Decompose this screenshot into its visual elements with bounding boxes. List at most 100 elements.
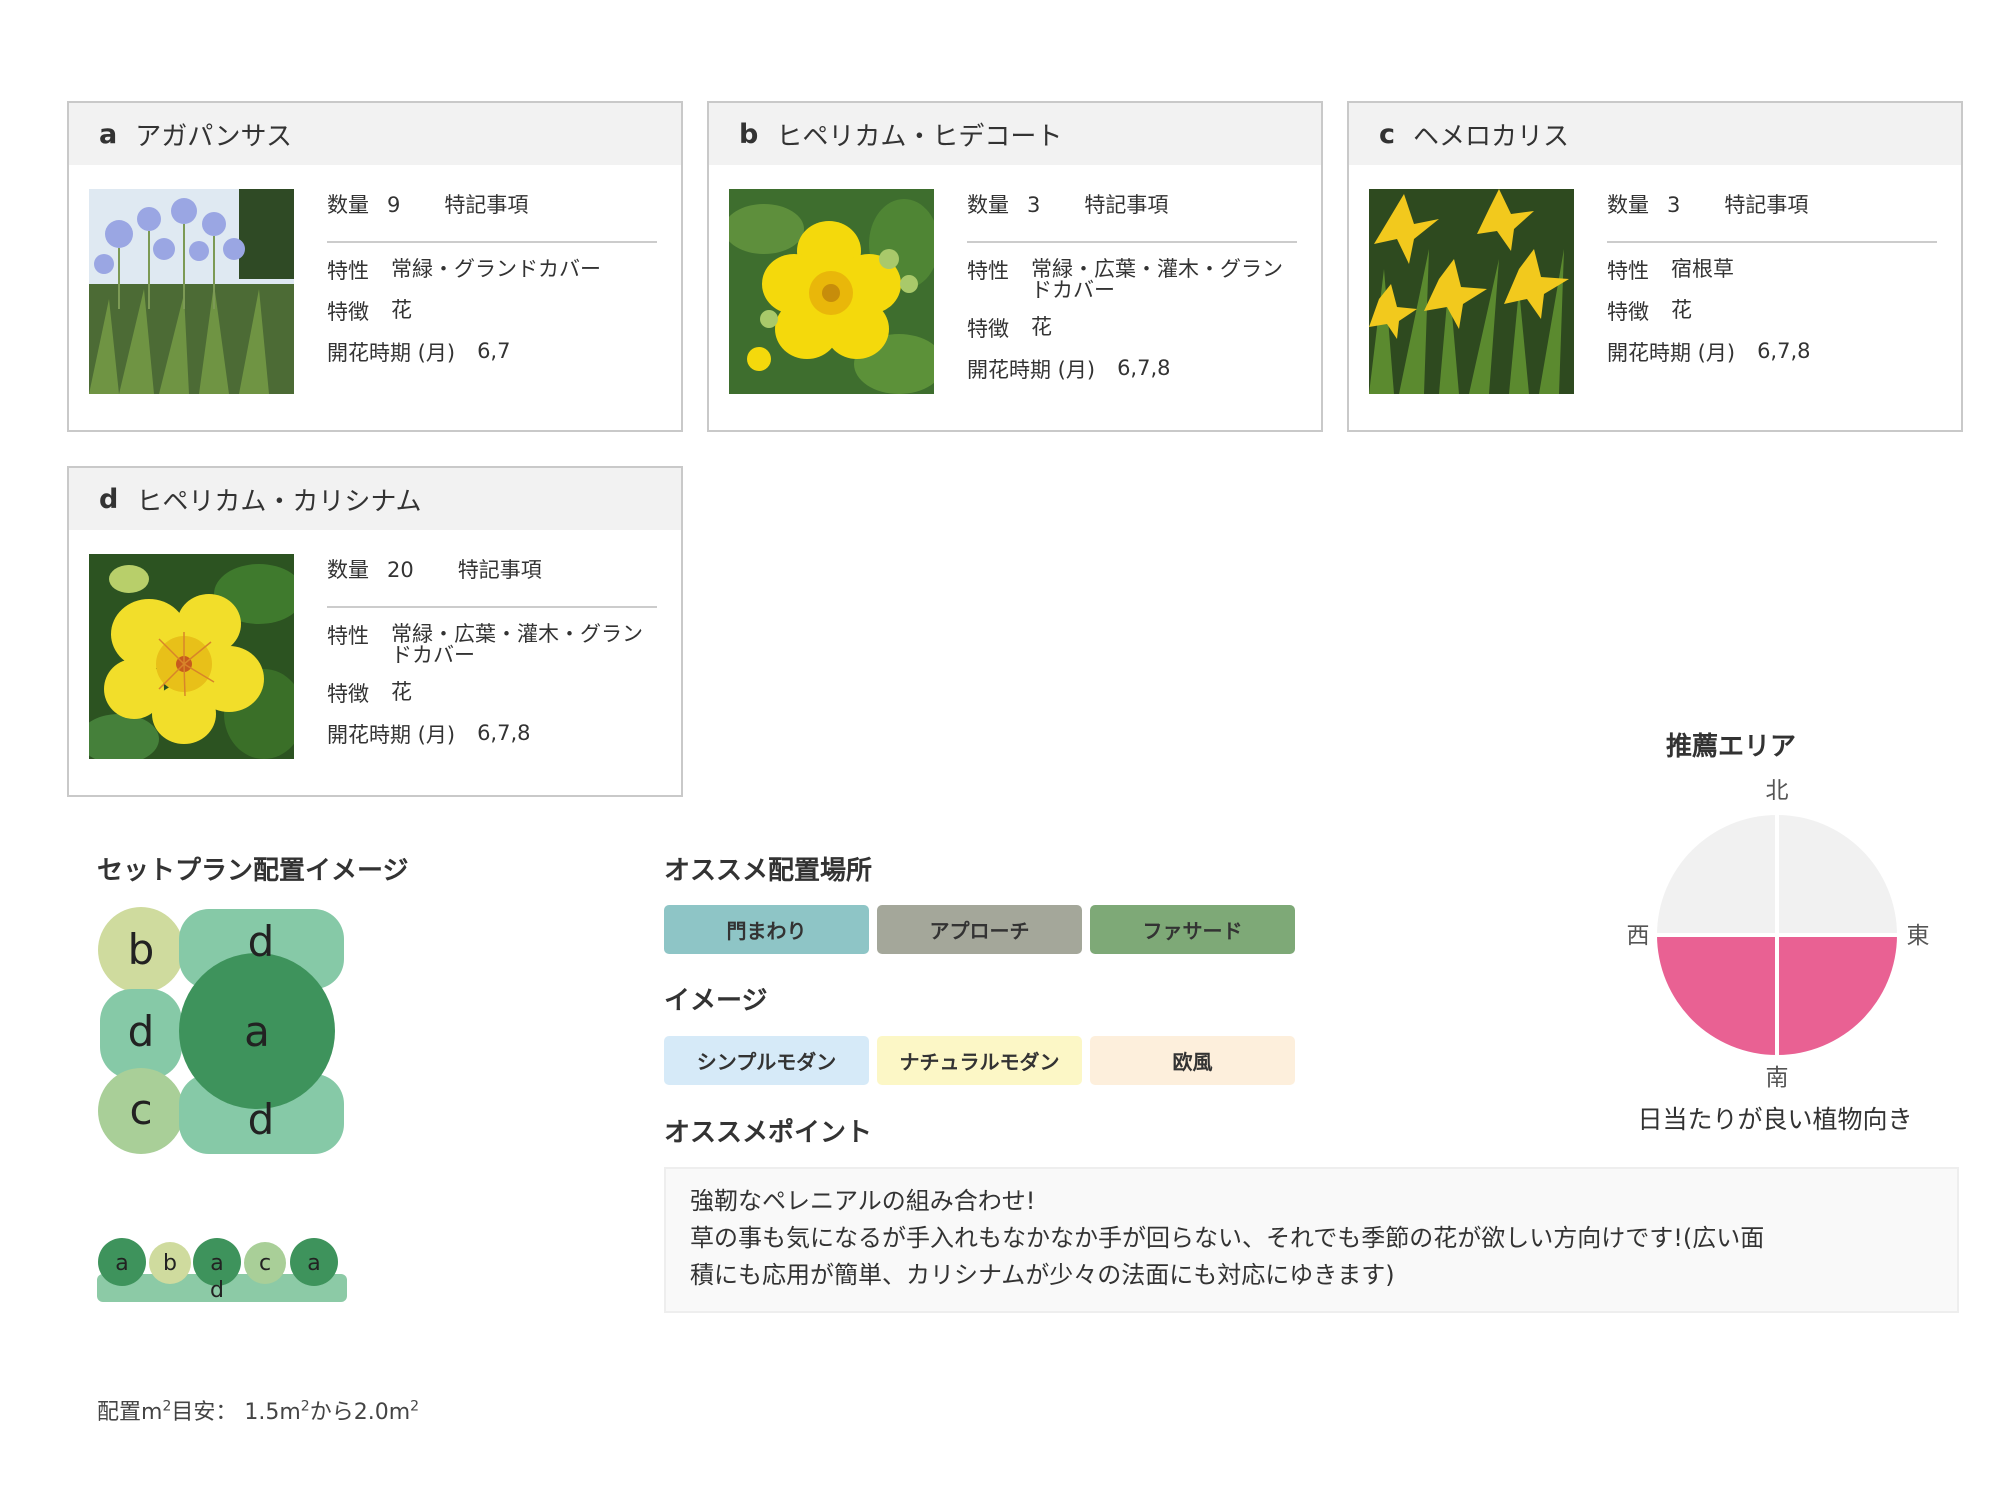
plan-label-d-bottom: d	[248, 1095, 275, 1144]
point-line: 強靭なペレニアルの組み合わせ!	[690, 1187, 1036, 1215]
side-label-a3: a	[307, 1251, 320, 1276]
card-header: b ヒペリカム・ヒデコート	[709, 103, 1321, 165]
plan-label-a: a	[244, 1007, 270, 1056]
tag-european: 欧風	[1090, 1036, 1295, 1085]
compass-east-label: 東	[1907, 923, 1930, 949]
plant-name: ヒペリカム・カリシナム	[136, 486, 422, 517]
area-estimate: 配置m2目安： 1.5m2から2.0m2	[97, 1394, 419, 1426]
quantity-label: 数量	[327, 558, 369, 582]
point-text-box: 強靭なペレニアルの組み合わせ! 草の事も気になるが手入れもなかなか手が回らない、…	[664, 1167, 1959, 1313]
compass-west-label: 西	[1627, 923, 1650, 949]
quantity-value: 3	[1027, 193, 1041, 217]
card-letter: a	[99, 118, 118, 150]
compass-northwest	[1657, 815, 1777, 935]
feature-label: 特徴	[1607, 300, 1649, 325]
compass-caption: 日当たりが良い植物向き	[1637, 1105, 1913, 1134]
bloom-label: 開花時期 (月)	[1607, 341, 1736, 366]
card-letter: b	[739, 118, 759, 150]
plan-side-view: a b a c a d	[97, 1238, 347, 1303]
plan-label-c: c	[129, 1085, 152, 1134]
quantity-label: 数量	[1607, 193, 1649, 217]
trait-label: 特性	[1607, 259, 1649, 283]
trait-value: 常緑・広葉・灌木・グランドカバー	[391, 622, 643, 667]
plant-photo-agapanthus	[89, 189, 294, 394]
bloom-label: 開花時期 (月)	[967, 358, 1096, 383]
bloom-value: 6,7,8	[1117, 356, 1171, 381]
point-heading: オススメポイント	[664, 1118, 873, 1148]
plant-name: ヒペリカム・ヒデコート	[776, 121, 1063, 152]
trait-label: 特性	[967, 259, 1009, 283]
plant-card-b: b ヒペリカム・ヒデコート 数量 3 特記事項 特性 常緑・広葉・灌木・グランド…	[707, 101, 1323, 432]
tag-facade: ファサード	[1090, 905, 1295, 954]
quantity-value: 3	[1667, 193, 1681, 217]
card-header: a アガパンサス	[69, 103, 681, 165]
quantity-label: 数量	[327, 193, 369, 217]
plant-info: 数量 20 特記事項 特性 常緑・広葉・灌木・グランドカバー 特徴花 開花時期 (…	[327, 558, 657, 748]
placement-heading: オススメ配置場所	[664, 856, 873, 886]
card-letter: c	[1379, 118, 1396, 150]
tag-gate: 門まわり	[664, 905, 869, 954]
compass-northeast	[1777, 815, 1897, 935]
compass-north-label: 北	[1766, 778, 1789, 804]
side-label-c: c	[259, 1251, 271, 1276]
feature-label: 特徴	[327, 300, 369, 325]
trait-value: 常緑・広葉・灌木・グランドカバー	[1031, 257, 1283, 302]
plant-card-c: c ヘメロカリス 数量 3 特記事項 特性 宿根草 特徴 花 開花時期 (月) …	[1347, 101, 1963, 432]
side-label-a2: a	[210, 1251, 223, 1276]
note-label: 特記事項	[1724, 193, 1809, 217]
feature-label: 特徴	[967, 317, 1009, 341]
plan-heading: セットプラン配置イメージ	[97, 856, 409, 886]
side-label-b: b	[163, 1251, 177, 1276]
plant-card-a: a アガパンサス 数量 9 特記事項 特性 常緑・グランドカバー 特徴 花 開花…	[67, 101, 683, 432]
side-label-a1: a	[115, 1251, 128, 1276]
bloom-label: 開花時期 (月)	[327, 723, 456, 748]
card-header: d ヒペリカム・カリシナム	[69, 468, 681, 530]
point-line: 草の事も気になるが手入れもなかなか手が回らない、それでも季節の花が欲しい方向けで…	[690, 1224, 1765, 1252]
sun-direction-compass: 北 南 西 東	[1627, 778, 1930, 1091]
area-prefix: 配置m	[97, 1400, 163, 1425]
image-heading: イメージ	[664, 986, 768, 1016]
card-header: c ヘメロカリス	[1349, 103, 1961, 165]
plant-photo-hypericum-calycinum	[89, 554, 294, 759]
tag-approach: アプローチ	[877, 905, 1082, 954]
trait-value: 宿根草	[1671, 257, 1734, 281]
plant-info: 数量 9 特記事項 特性 常緑・グランドカバー 特徴花 開花時期 (月) 6,7	[327, 193, 657, 367]
compass-south-label: 南	[1766, 1065, 1789, 1091]
note-label: 特記事項	[444, 193, 529, 217]
quantity-value: 9	[387, 193, 401, 217]
plant-info: 数量 3 特記事項 特性 常緑・広葉・灌木・グランドカバー 特徴花 開花時期 (月…	[967, 193, 1297, 383]
quantity-label: 数量	[967, 193, 1009, 217]
area-sup: 2	[410, 1398, 420, 1415]
feature-value: 花	[1031, 315, 1052, 339]
plant-photo-hemerocallis	[1369, 189, 1574, 394]
compass-southwest	[1657, 935, 1777, 1055]
plan-label-d-left: d	[128, 1007, 155, 1056]
plant-card-d: d ヒペリカム・カリシナム 数量 20 特記事項 特性 常緑・広葉・灌木・グラン…	[67, 466, 683, 797]
area-min: 目安： 1.5m	[171, 1400, 301, 1425]
trait-value: 常緑・グランドカバー	[391, 257, 601, 281]
bloom-value: 6,7	[477, 339, 511, 364]
bloom-label: 開花時期 (月)	[327, 341, 456, 366]
area-sup: 2	[300, 1398, 310, 1415]
trait-label: 特性	[327, 624, 369, 648]
tag-simple-modern: シンプルモダン	[664, 1036, 869, 1085]
feature-label: 特徴	[327, 682, 369, 706]
area-heading: 推薦エリア	[1666, 732, 1797, 762]
plan-top-view: b d d a c d	[98, 907, 344, 1154]
plant-photo-hypericum-hidcote	[729, 189, 934, 394]
plan-label-b: b	[128, 925, 155, 974]
plan-label-d-top: d	[248, 917, 275, 966]
plant-name: ヘメロカリス	[1413, 121, 1570, 152]
feature-value: 花	[1671, 298, 1692, 323]
trait-label: 特性	[327, 259, 369, 283]
feature-value: 花	[391, 680, 412, 704]
bloom-value: 6,7,8	[477, 721, 531, 746]
note-label: 特記事項	[457, 558, 542, 582]
side-label-d: d	[210, 1278, 224, 1303]
bloom-value: 6,7,8	[1757, 339, 1811, 364]
area-max: から2.0m	[309, 1400, 411, 1425]
compass-southeast	[1777, 935, 1897, 1055]
plant-info: 数量 3 特記事項 特性 宿根草 特徴花 開花時期 (月) 6,7,8	[1607, 193, 1937, 367]
card-letter: d	[99, 483, 119, 515]
quantity-value: 20	[387, 558, 414, 582]
